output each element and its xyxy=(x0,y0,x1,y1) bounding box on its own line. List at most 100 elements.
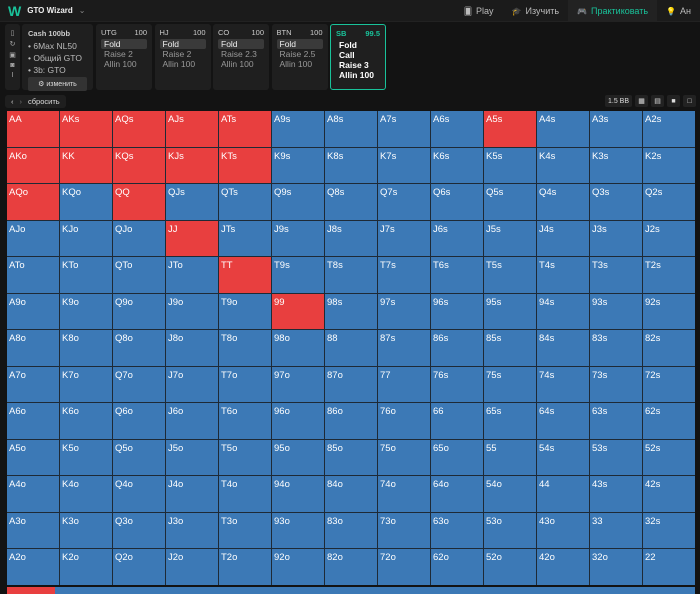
hand-cell[interactable]: A6s xyxy=(431,111,483,147)
hand-cell[interactable]: QTs xyxy=(219,184,271,220)
action-option[interactable]: Fold xyxy=(336,40,380,50)
hand-cell[interactable]: 42s xyxy=(643,476,695,512)
back-icon[interactable]: ‹ xyxy=(11,97,14,106)
hand-cell[interactable]: 99 xyxy=(272,293,324,330)
hand-cell[interactable]: QTo xyxy=(113,257,165,293)
hand-cell[interactable]: 73s xyxy=(590,366,642,403)
hand-cell[interactable]: K5o xyxy=(60,439,112,476)
action-option[interactable]: Allin 100 xyxy=(218,59,264,69)
hand-cell[interactable]: 32s xyxy=(643,512,695,549)
action-option[interactable]: Allin 100 xyxy=(101,59,147,69)
action-option[interactable]: Raise 2.5 xyxy=(277,49,323,59)
hand-cell[interactable]: Q5o xyxy=(113,439,165,476)
hand-cell[interactable]: ATs xyxy=(219,111,271,147)
hand-cell[interactable]: KTo xyxy=(60,257,112,293)
hand-cell[interactable]: Q3o xyxy=(113,512,165,549)
logo[interactable]: W xyxy=(8,3,21,19)
hand-cell[interactable]: Q3s xyxy=(590,184,642,220)
hand-cell[interactable]: 43o xyxy=(537,512,589,549)
position-co[interactable]: CO 100 Fold Raise 2.3 Allin 100 xyxy=(213,24,269,90)
hand-cell[interactable]: J4o xyxy=(166,476,218,512)
hand-cell[interactable]: KQo xyxy=(60,184,112,220)
hand-cell[interactable]: K2o xyxy=(60,549,112,585)
hand-cell[interactable]: T8s xyxy=(325,257,377,293)
hand-cell[interactable]: 84o xyxy=(325,476,377,512)
action-option[interactable]: Raise 3 xyxy=(336,60,380,70)
hand-cell[interactable]: 64o xyxy=(431,476,483,512)
hand-cell[interactable]: A2s xyxy=(643,111,695,147)
hand-cell[interactable]: K8s xyxy=(325,147,377,184)
hand-cell[interactable]: AQo xyxy=(7,184,59,220)
hand-cell[interactable]: A8s xyxy=(325,111,377,147)
hand-cell[interactable]: T9o xyxy=(219,293,271,330)
nav-2[interactable]: 🎮 Практиковать xyxy=(568,0,658,22)
hand-cell[interactable]: J3s xyxy=(590,220,642,257)
hand-cell[interactable]: 33 xyxy=(590,512,642,549)
hand-cell[interactable]: 94s xyxy=(537,293,589,330)
action-option[interactable]: Raise 2.3 xyxy=(218,49,264,59)
hand-cell[interactable]: A9s xyxy=(272,111,324,147)
hand-cell[interactable]: Q6o xyxy=(113,403,165,439)
hand-cell[interactable]: 82s xyxy=(643,330,695,366)
hand-cell[interactable]: T2o xyxy=(219,549,271,585)
hand-cell[interactable]: AJo xyxy=(7,220,59,257)
hand-cell[interactable]: A8o xyxy=(7,330,59,366)
hand-cell[interactable]: JTs xyxy=(219,220,271,257)
text-cursor-icon[interactable]: I xyxy=(12,72,14,79)
hand-cell[interactable]: Q4s xyxy=(537,184,589,220)
bookmark-icon[interactable]: ▯ xyxy=(11,29,15,37)
hand-cell[interactable]: 76o xyxy=(378,403,430,439)
hand-cell[interactable]: 65s xyxy=(484,403,536,439)
hand-cell[interactable]: K9s xyxy=(272,147,324,184)
hand-cell[interactable]: Q2s xyxy=(643,184,695,220)
nav-1[interactable]: 🎓 Изучить xyxy=(503,0,569,22)
position-sb[interactable]: SB 99.5 Fold Call Raise 3 Allin 100 xyxy=(330,24,386,90)
hand-cell[interactable]: 63s xyxy=(590,403,642,439)
hand-cell[interactable]: J3o xyxy=(166,512,218,549)
split-view-icon[interactable]: ▤ xyxy=(651,95,664,107)
hand-cell[interactable]: TT xyxy=(219,257,271,293)
hand-cell[interactable]: 93s xyxy=(590,293,642,330)
hand-cell[interactable]: 53s xyxy=(590,439,642,476)
hand-cell[interactable]: K5s xyxy=(484,147,536,184)
hand-cell[interactable]: 62o xyxy=(431,549,483,585)
hand-cell[interactable]: T4s xyxy=(537,257,589,293)
hand-cell[interactable]: 43s xyxy=(590,476,642,512)
hand-cell[interactable]: Q7o xyxy=(113,366,165,403)
hand-cell[interactable]: A6o xyxy=(7,403,59,439)
hand-cell[interactable]: T6o xyxy=(219,403,271,439)
hand-cell[interactable]: Q8s xyxy=(325,184,377,220)
hand-cell[interactable]: J5o xyxy=(166,439,218,476)
hand-cell[interactable]: 66 xyxy=(431,403,483,439)
hand-cell[interactable]: T7s xyxy=(378,257,430,293)
hand-cell[interactable]: A4s xyxy=(537,111,589,147)
hand-cell[interactable]: AJs xyxy=(166,111,218,147)
nav-0[interactable]: 🂠 Play xyxy=(455,0,503,22)
hand-cell[interactable]: 54o xyxy=(484,476,536,512)
hand-cell[interactable]: 86o xyxy=(325,403,377,439)
hand-cell[interactable]: 98s xyxy=(325,293,377,330)
hand-cell[interactable]: T9s xyxy=(272,257,324,293)
action-option[interactable]: Allin 100 xyxy=(160,59,206,69)
hand-cell[interactable]: 85s xyxy=(484,330,536,366)
hand-cell[interactable]: J8o xyxy=(166,330,218,366)
grid-view-icon[interactable]: ▦ xyxy=(635,95,648,107)
hand-cell[interactable]: 87o xyxy=(325,366,377,403)
hand-cell[interactable]: K8o xyxy=(60,330,112,366)
action-option[interactable]: Allin 100 xyxy=(336,70,380,80)
hand-cell[interactable]: 62s xyxy=(643,403,695,439)
hand-cell[interactable]: J8s xyxy=(325,220,377,257)
hand-cell[interactable]: K7o xyxy=(60,366,112,403)
save-icon[interactable]: ▣ xyxy=(9,51,16,59)
refresh-icon[interactable]: ↻ xyxy=(10,40,16,48)
hand-cell[interactable]: T7o xyxy=(219,366,271,403)
position-btn[interactable]: BTN 100 Fold Raise 2.5 Allin 100 xyxy=(271,24,328,90)
hand-cell[interactable]: T6s xyxy=(431,257,483,293)
hand-cell[interactable]: A7o xyxy=(7,366,59,403)
hand-cell[interactable]: K6o xyxy=(60,403,112,439)
hand-cell[interactable]: T2s xyxy=(643,257,695,293)
gamepad-icon[interactable]: ◙ xyxy=(10,62,14,69)
hand-cell[interactable]: 92s xyxy=(643,293,695,330)
action-option[interactable]: Fold xyxy=(218,39,264,49)
hand-cell[interactable]: Q9s xyxy=(272,184,324,220)
